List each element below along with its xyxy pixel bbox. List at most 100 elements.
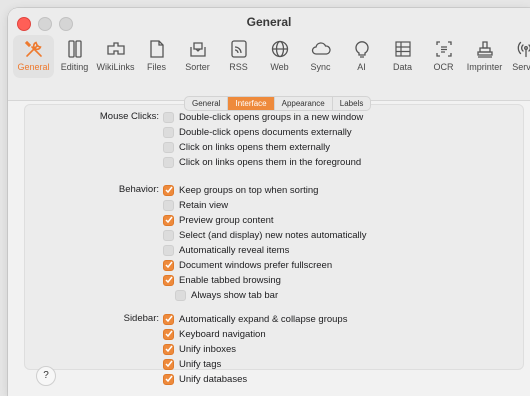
checkbox[interactable] <box>163 373 174 385</box>
toolbar-item-label: AI <box>357 62 366 72</box>
toolbar-item-label: Files <box>146 62 166 72</box>
option-label: Always show tab bar <box>191 289 279 301</box>
option-row[interactable]: Automatically reveal items <box>163 244 289 256</box>
option-label: Document windows prefer fullscreen <box>179 259 333 271</box>
checkbox[interactable] <box>163 126 174 138</box>
checkbox[interactable] <box>163 156 174 168</box>
stamp-icon <box>474 38 496 60</box>
lightbulb-icon <box>351 38 373 60</box>
wikilinks-icon <box>105 38 127 60</box>
tab-appearance[interactable]: Appearance <box>275 97 333 110</box>
toolbar-item-server[interactable]: Server <box>505 35 530 78</box>
option-row[interactable]: Unify tags <box>163 358 221 370</box>
checkbox[interactable] <box>163 214 174 226</box>
toolbar-item-label: Sync <box>310 62 331 72</box>
toolbar-item-label: RSS <box>229 62 248 72</box>
group-label: Sidebar: <box>123 313 159 324</box>
option-row[interactable]: Double-click opens groups in a new windo… <box>163 111 363 123</box>
checkbox[interactable] <box>175 289 186 301</box>
group-label: Mouse Clicks: <box>99 111 159 122</box>
toolbar-item-label: Server <box>512 62 530 72</box>
ocr-icon <box>433 38 455 60</box>
checkbox[interactable] <box>163 229 174 241</box>
server-icon <box>515 38 530 60</box>
preferences-tabs: General Interface Appearance Labels <box>184 96 372 111</box>
option-label: Automatically reveal items <box>179 244 290 256</box>
checkbox[interactable] <box>163 274 174 286</box>
option-row[interactable]: Click on links opens them in the foregro… <box>163 156 361 168</box>
option-label: Retain view <box>179 199 229 211</box>
toolbar-item-label: Web <box>270 62 289 72</box>
checkbox[interactable] <box>163 343 174 355</box>
toolbar-item-data[interactable]: Data <box>382 35 423 78</box>
option-row[interactable]: Enable tabbed browsing <box>163 274 281 286</box>
editing-icon <box>64 38 86 60</box>
checkbox[interactable] <box>163 328 174 340</box>
toolbar-item-rss[interactable]: RSS <box>218 35 259 78</box>
preferences-window: General General Editing WikiLinks Files … <box>8 8 530 396</box>
data-icon <box>392 38 414 60</box>
option-row[interactable]: Unify databases <box>163 373 247 385</box>
checkbox[interactable] <box>163 184 174 196</box>
toolbar-item-files[interactable]: Files <box>136 35 177 78</box>
option-label: Automatically expand & collapse groups <box>179 313 348 325</box>
option-label: Click on links opens them in the foregro… <box>179 156 362 168</box>
option-row[interactable]: Select (and display) new notes automatic… <box>163 229 366 241</box>
checkbox[interactable] <box>163 358 174 370</box>
toolbar-item-label: Sorter <box>185 62 210 72</box>
option-row[interactable]: Keyboard navigation <box>163 328 266 340</box>
option-row[interactable]: Always show tab bar <box>175 289 278 301</box>
option-row[interactable]: Preview group content <box>163 214 274 226</box>
option-row[interactable]: Automatically expand & collapse groups <box>163 313 347 325</box>
checkbox[interactable] <box>163 313 174 325</box>
help-button[interactable]: ? <box>36 366 56 386</box>
option-row[interactable]: Unify inboxes <box>163 343 236 355</box>
files-icon <box>146 38 168 60</box>
globe-icon <box>269 38 291 60</box>
interface-panel: Mouse Clicks: Double-click opens groups … <box>24 104 524 385</box>
checkbox[interactable] <box>163 259 174 271</box>
option-label: Preview group content <box>179 214 274 226</box>
toolbar-item-editing[interactable]: Editing <box>54 35 95 78</box>
option-row[interactable]: Keep groups on top when sorting <box>163 184 318 196</box>
option-label: Select (and display) new notes automatic… <box>179 229 367 241</box>
toolbar-item-wikilinks[interactable]: WikiLinks <box>95 35 136 78</box>
tab-labels[interactable]: Labels <box>333 97 371 110</box>
group-label: Behavior: <box>118 184 159 195</box>
checkbox[interactable] <box>163 244 174 256</box>
window-title: General <box>246 15 292 29</box>
option-label: Keep groups on top when sorting <box>179 184 319 196</box>
option-label: Unify databases <box>179 373 248 385</box>
title-bar: General General Editing WikiLinks Files … <box>8 8 530 101</box>
toolbar-item-ai[interactable]: AI <box>341 35 382 78</box>
cloud-icon <box>310 38 332 60</box>
rss-icon <box>228 38 250 60</box>
toolbar-item-sync[interactable]: Sync <box>300 35 341 78</box>
option-row[interactable]: Retain view <box>163 199 228 211</box>
option-label: Unify inboxes <box>179 343 237 355</box>
tab-interface[interactable]: Interface <box>228 97 275 110</box>
option-label: Unify tags <box>179 358 222 370</box>
toolbar-item-sorter[interactable]: Sorter <box>177 35 218 78</box>
checkbox[interactable] <box>163 141 174 153</box>
tools-icon <box>23 38 45 60</box>
toolbar-item-label: Imprinter <box>466 62 503 72</box>
toolbar-item-label: OCR <box>433 62 454 72</box>
option-row[interactable]: Double-click opens documents externally <box>163 126 352 138</box>
preferences-toolbar: General Editing WikiLinks Files Sorter R… <box>13 35 530 79</box>
toolbar-item-imprinter[interactable]: Imprinter <box>464 35 505 78</box>
option-row[interactable]: Click on links opens them externally <box>163 141 330 153</box>
option-label: Double-click opens documents externally <box>179 126 352 138</box>
toolbar-item-label: WikiLinks <box>96 62 135 72</box>
tab-general[interactable]: General <box>185 97 229 110</box>
toolbar-item-ocr[interactable]: OCR <box>423 35 464 78</box>
toolbar-item-label: General <box>17 62 50 72</box>
checkbox[interactable] <box>163 199 174 211</box>
option-row[interactable]: Document windows prefer fullscreen <box>163 259 332 271</box>
option-label: Keyboard navigation <box>179 328 266 340</box>
option-label: Double-click opens groups in a new windo… <box>179 111 364 123</box>
checkbox[interactable] <box>163 111 174 123</box>
toolbar-item-general[interactable]: General <box>13 35 54 78</box>
sorter-icon <box>187 38 209 60</box>
toolbar-item-web[interactable]: Web <box>259 35 300 78</box>
